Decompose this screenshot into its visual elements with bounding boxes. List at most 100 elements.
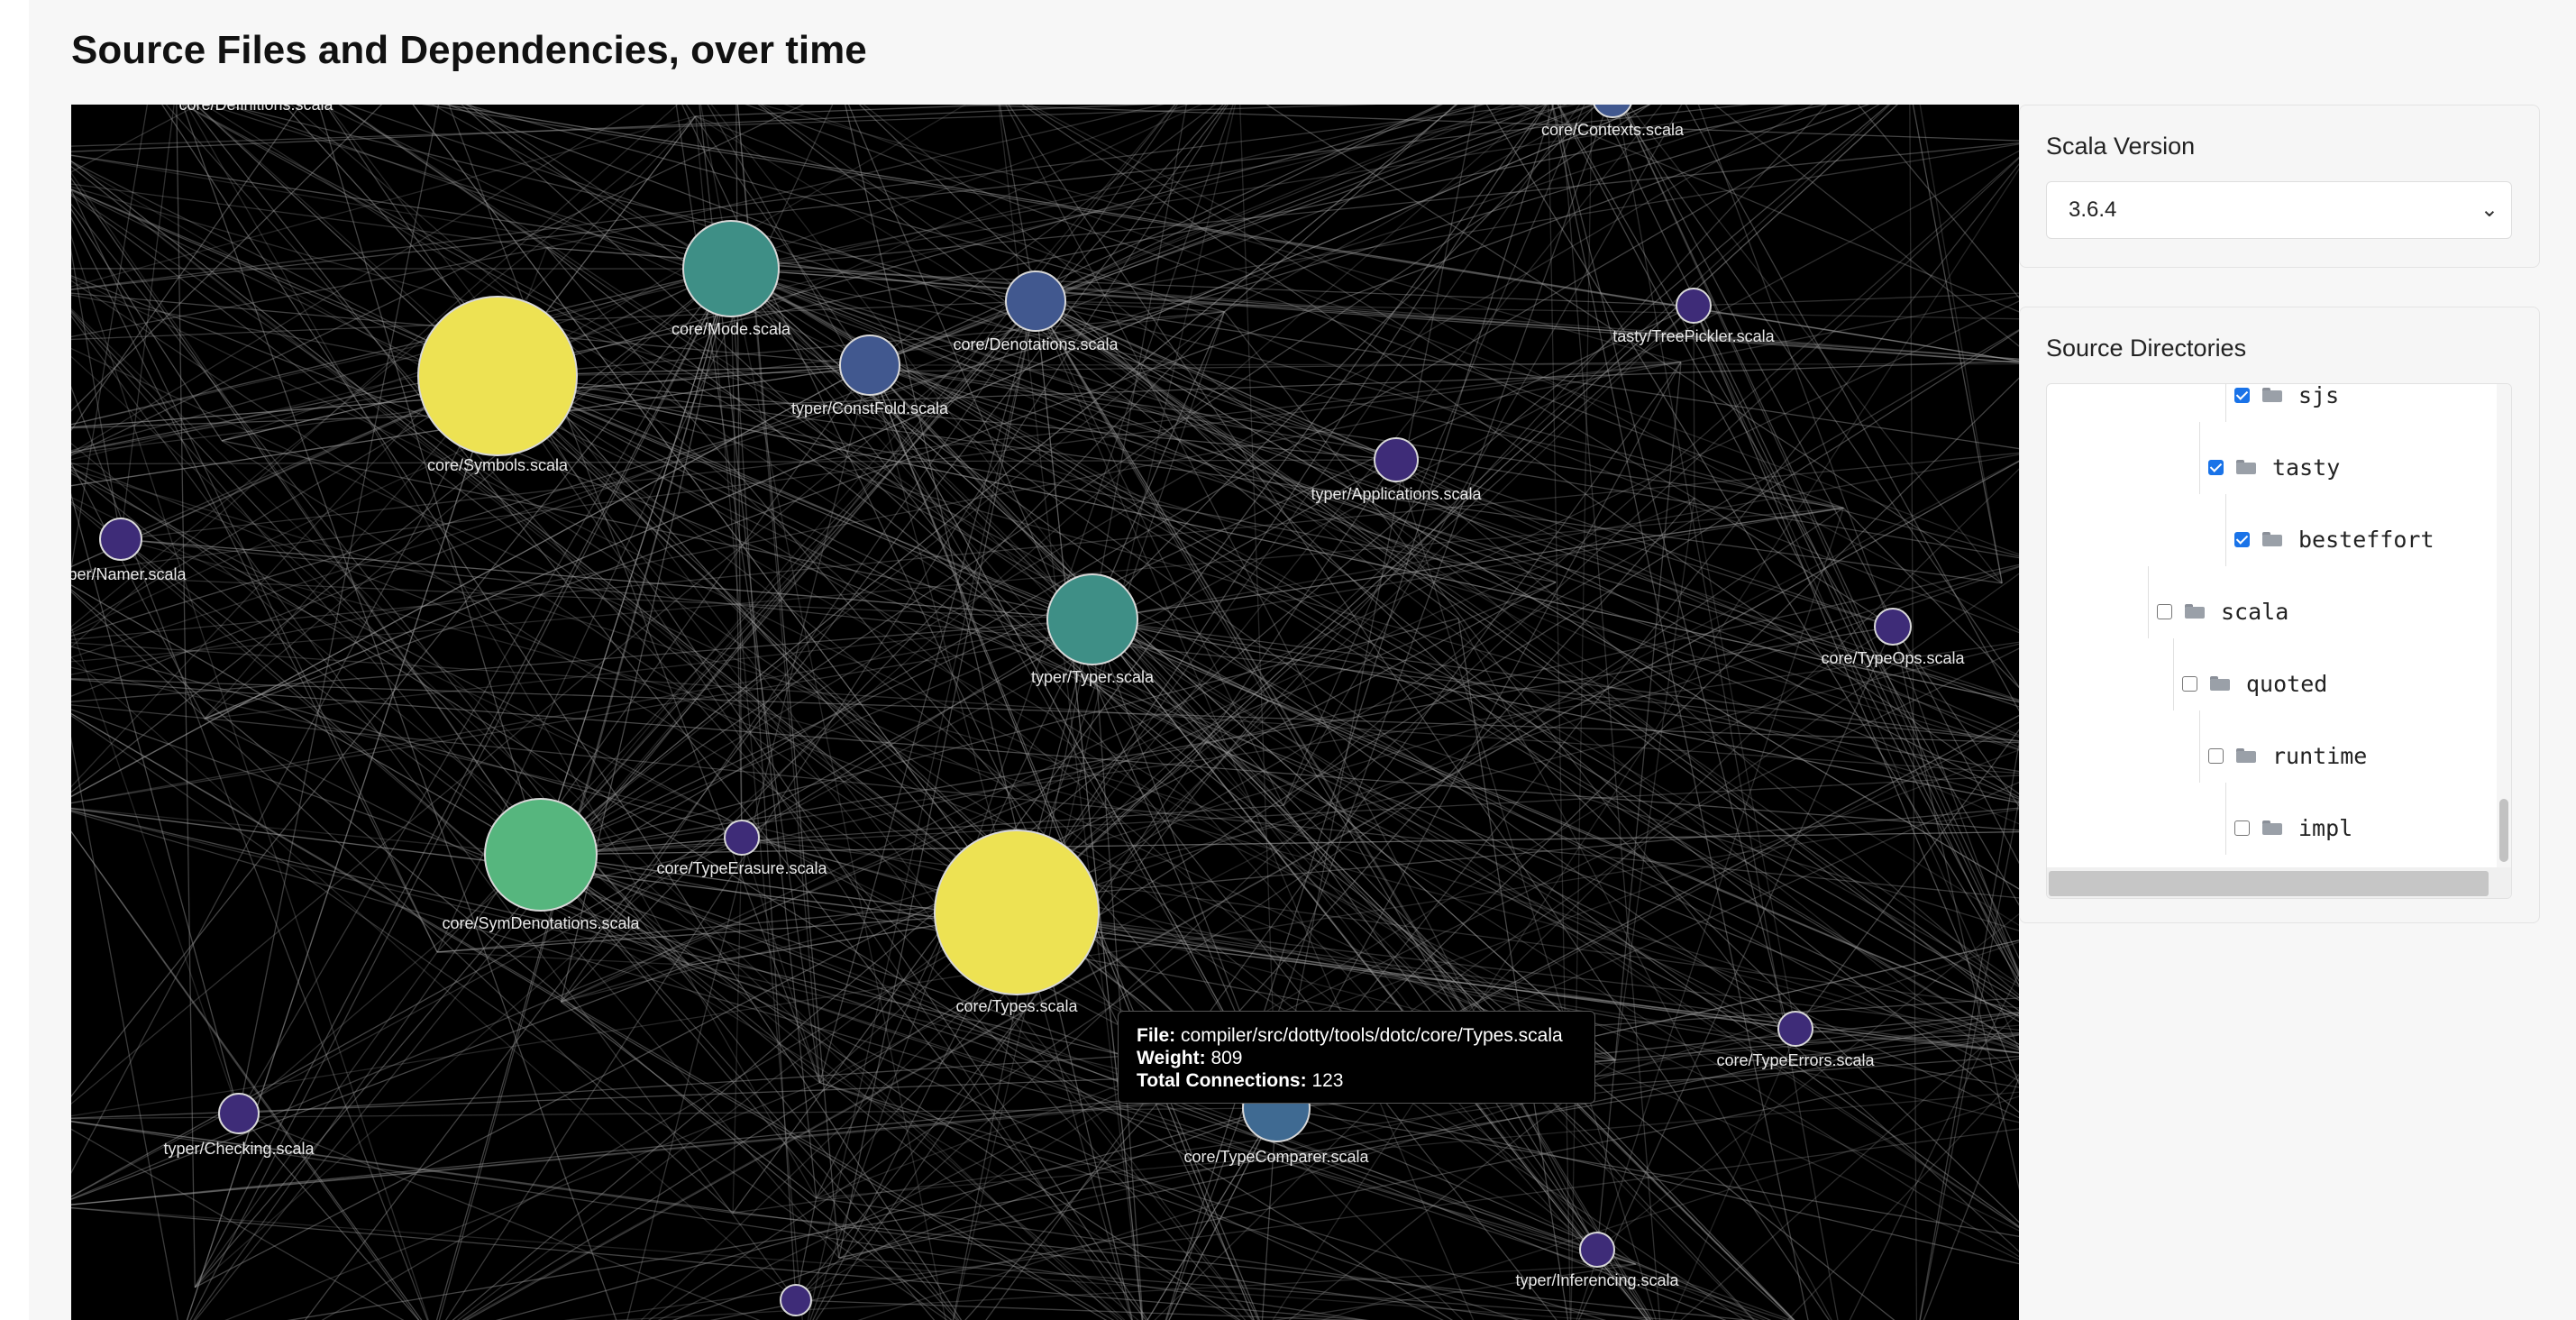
- dependency-edge: [71, 574, 1093, 620]
- dependency-edge: [71, 189, 1796, 1030]
- node-label: core/TypeErrors.scala: [1716, 1051, 1875, 1069]
- node-label: typer/ConstFold.scala: [791, 399, 949, 417]
- checkbox[interactable]: [2234, 820, 2250, 836]
- folder-icon: [2236, 748, 2256, 763]
- directories-panel: Source Directories sjs tasty besteffort …: [2019, 307, 2540, 923]
- scrollbar-thumb[interactable]: [2499, 799, 2508, 862]
- dependency-edge: [561, 497, 1695, 1003]
- node-label: typer/Applications.scala: [1311, 485, 1482, 503]
- node-circle[interactable]: [1777, 1011, 1813, 1047]
- vertical-scrollbar[interactable]: [2497, 384, 2511, 898]
- checkbox[interactable]: [2208, 459, 2224, 475]
- tree-item-label: quoted: [2246, 670, 2328, 697]
- node-circle[interactable]: [1593, 105, 1632, 118]
- node-circle[interactable]: [1579, 1232, 1615, 1268]
- node-label: core/Symbols.scala: [427, 456, 569, 474]
- graph-node[interactable]: typer/Typer.scala: [1031, 573, 1155, 686]
- dependency-edge: [238, 105, 440, 1114]
- node-circle[interactable]: [484, 798, 598, 912]
- directories-panel-title: Source Directories: [2046, 335, 2247, 362]
- dependency-edge: [436, 807, 2019, 953]
- dependency-edge: [1694, 498, 1796, 1030]
- dependency-edge: [1697, 105, 2019, 976]
- dependency-edge: [1857, 105, 2019, 299]
- dependency-edge: [71, 115, 697, 788]
- checkbox[interactable]: [2234, 387, 2250, 403]
- dependency-edge: [71, 709, 1636, 1265]
- node-circle[interactable]: [417, 296, 578, 456]
- tree-item-label: tasty: [2272, 454, 2341, 481]
- dependency-edge: [732, 837, 743, 1214]
- folder-icon: [2236, 460, 2256, 474]
- folder-icon: [2262, 388, 2282, 402]
- node-circle[interactable]: [934, 830, 1100, 995]
- node-circle[interactable]: [218, 1093, 260, 1134]
- page-gutter: [0, 0, 29, 1320]
- node-circle[interactable]: [1046, 573, 1138, 665]
- node-label: core/Denotations.scala: [953, 335, 1119, 353]
- version-select[interactable]: 3.6.4 ⌄: [2046, 181, 2512, 239]
- graph-node[interactable]: core/Definitions.scala: [178, 105, 333, 114]
- scrollbar-thumb[interactable]: [2049, 871, 2489, 896]
- dependency-edge: [71, 105, 1852, 637]
- tree-item-quoted[interactable]: quoted: [2173, 638, 2328, 710]
- dependency-edge: [1909, 105, 1918, 1320]
- node-label: core/Mode.scala: [671, 320, 791, 338]
- node-label: typer/Namer.scala: [71, 565, 187, 583]
- chevron-down-icon: ⌄: [2480, 197, 2498, 222]
- dependency-edge: [71, 177, 542, 856]
- tree-item-label: scala: [2221, 598, 2289, 625]
- directory-tree[interactable]: sjs tasty besteffort scala quoted runtim…: [2046, 383, 2512, 899]
- node-circle[interactable]: [724, 820, 760, 856]
- checkbox[interactable]: [2234, 531, 2250, 547]
- node-label: core/Contexts.scala: [1541, 121, 1685, 139]
- checkbox[interactable]: [2157, 603, 2172, 619]
- dependency-edge: [1616, 105, 2019, 688]
- tree-item-impl[interactable]: impl: [2225, 783, 2353, 855]
- dependency-edge: [282, 105, 1018, 913]
- tree-item-sjs[interactable]: sjs: [2225, 383, 2340, 422]
- dependency-edge: [869, 105, 1548, 366]
- node-circle[interactable]: [780, 1284, 812, 1316]
- graph-node[interactable]: [780, 1284, 812, 1316]
- dependency-edge: [1912, 105, 2003, 583]
- graph-node[interactable]: core/Mode.scala: [671, 220, 791, 338]
- graph-node[interactable]: core/Contexts.scala: [1541, 105, 1685, 139]
- dependency-edge: [1570, 105, 1593, 1320]
- horizontal-scrollbar[interactable]: [2047, 867, 2511, 898]
- node-label: tasty/TreePickler.scala: [1612, 327, 1775, 345]
- graph-node[interactable]: core/Types.scala: [934, 830, 1100, 1015]
- node-tooltip: File: compiler/src/dotty/tools/dotc/core…: [1118, 1011, 1595, 1104]
- dependency-edge: [1035, 105, 1594, 302]
- graph-node[interactable]: core/Symbols.scala: [417, 296, 578, 474]
- dependency-edge: [206, 105, 732, 270]
- checkbox[interactable]: [2208, 747, 2224, 764]
- node-circle[interactable]: [839, 335, 900, 396]
- node-circle[interactable]: [99, 518, 142, 561]
- tooltip-connections-label: Total Connections:: [1137, 1070, 1307, 1091]
- node-circle[interactable]: [682, 220, 780, 317]
- dependency-edge: [282, 105, 1018, 913]
- dependency-edge: [1092, 619, 2019, 1229]
- node-label: core/Definitions.scala: [178, 105, 333, 114]
- tree-item-label: sjs: [2298, 383, 2340, 408]
- checkbox[interactable]: [2182, 675, 2197, 692]
- tree-item-besteffort[interactable]: besteffort: [2225, 494, 2434, 566]
- node-label: core/TypeOps.scala: [1821, 649, 1965, 667]
- graph-canvas[interactable]: core/Symbols.scala core/Types.scala core/M…: [71, 105, 2019, 1320]
- dependency-edge: [71, 492, 240, 1114]
- tree-item-runtime[interactable]: runtime: [2199, 710, 2367, 783]
- node-circle[interactable]: [1005, 270, 1066, 332]
- node-label: typer/Inferencing.scala: [1515, 1271, 1679, 1289]
- tree-item-label: impl: [2298, 814, 2353, 841]
- tree-item-tasty[interactable]: tasty: [2199, 422, 2341, 494]
- node-label: typer/Typer.scala: [1031, 668, 1155, 686]
- version-select-value: 3.6.4: [2069, 197, 2117, 222]
- node-circle[interactable]: [1374, 437, 1419, 482]
- dependency-graph[interactable]: core/Symbols.scala core/Types.scala core/M…: [71, 105, 2019, 1320]
- node-label: core/TypeErasure.scala: [656, 859, 827, 877]
- node-circle[interactable]: [1874, 608, 1912, 646]
- tree-item-scala[interactable]: scala: [2148, 566, 2289, 638]
- node-circle[interactable]: [1676, 288, 1712, 324]
- dependency-edge: [71, 830, 420, 1320]
